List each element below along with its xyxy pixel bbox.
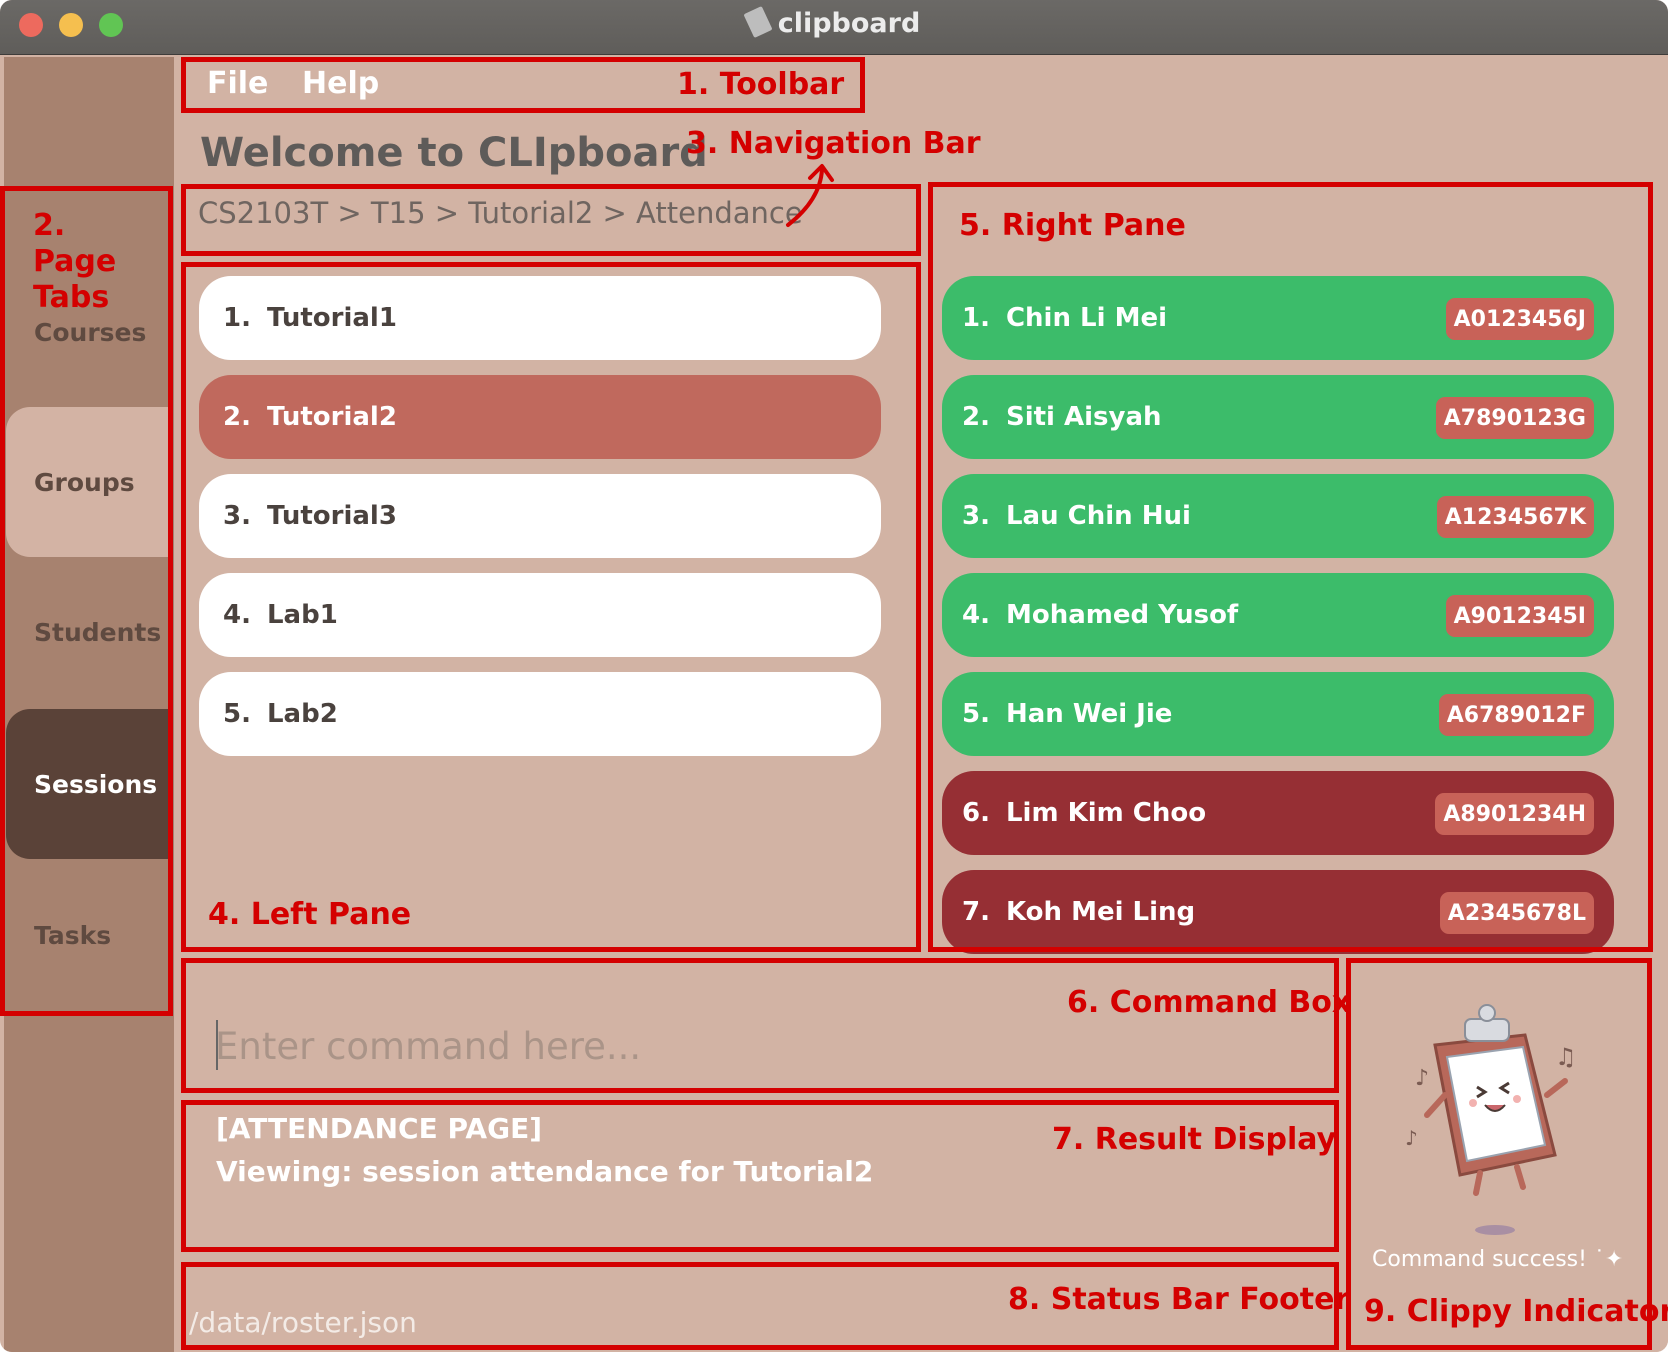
window-title-text: clipboard [777, 8, 921, 39]
annotation-result-display-label: 7. Result Display [1052, 1122, 1337, 1157]
annotation-command-box-box [181, 958, 1339, 1093]
annotation-status-bar-label: 8. Status Bar Footer [1008, 1282, 1350, 1317]
annotation-arrow-icon [786, 164, 834, 227]
app-window: clipboard Courses Groups Students Sessio… [0, 0, 1668, 1352]
clipboard-app-icon [743, 5, 773, 39]
title-bar: clipboard [0, 0, 1668, 55]
annotation-nav-bar-label: 3. Navigation Bar [686, 126, 981, 161]
annotation-clippy-box [1346, 958, 1652, 1350]
annotation-left-pane-box [181, 262, 921, 952]
annotation-toolbar-label: 1. Toolbar [677, 67, 845, 102]
annotation-left-pane-label: 4. Left Pane [208, 897, 412, 932]
annotation-right-pane-box [928, 182, 1653, 952]
annotation-command-box-label: 6. Command Box [1067, 985, 1352, 1020]
annotation-page-tabs-label: 2. Page Tabs [33, 208, 117, 315]
window-title: clipboard [0, 5, 1668, 39]
annotation-right-pane-label: 5. Right Pane [959, 208, 1186, 243]
annotation-clippy-label: 9. Clippy Indicator [1364, 1294, 1668, 1329]
page-title: Welcome to CLIpboard [200, 130, 708, 176]
